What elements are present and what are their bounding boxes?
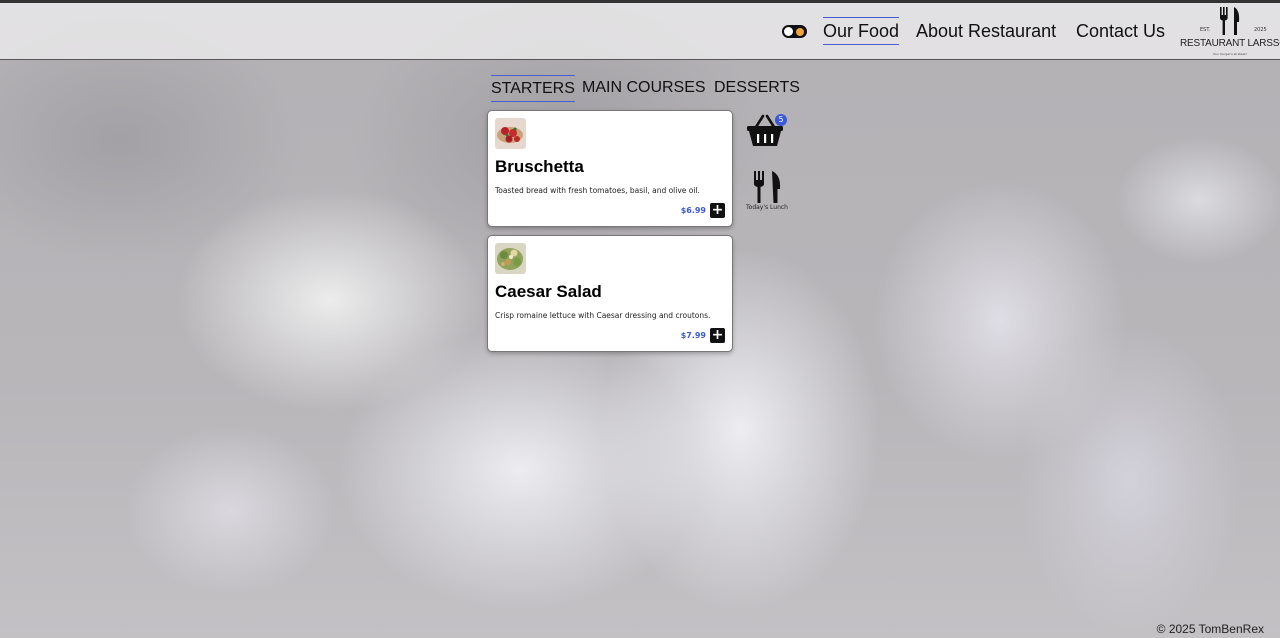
add-to-cart-button[interactable]: + — [710, 328, 725, 343]
tab-starters[interactable]: STARTERS — [491, 75, 575, 102]
add-to-cart-button[interactable]: + — [710, 203, 725, 218]
todays-lunch-button[interactable]: Today's Lunch — [742, 170, 792, 214]
toggle-knob — [784, 27, 793, 36]
menu-item-price: $6.99 — [680, 206, 706, 215]
nav-contact-us[interactable]: Contact Us — [1076, 20, 1165, 44]
menu-item-card: Caesar Salad Crisp romaine lettuce with … — [487, 235, 733, 352]
restaurant-logo[interactable]: EST. 2025 RESTAURANT LARSSON Your burger… — [1180, 5, 1280, 61]
menu-item-title: Caesar Salad — [495, 282, 602, 301]
fork-knife-icon — [1220, 7, 1240, 35]
tab-desserts[interactable]: DESSERTS — [714, 75, 800, 100]
logo-tagline: Your burger's at steak! — [1212, 52, 1247, 56]
menu-item-card: Bruschetta Toasted bread with fresh toma… — [487, 110, 733, 227]
footer-copyright: © 2025 TomBenRex — [1156, 622, 1264, 636]
logo-est: EST. — [1200, 27, 1211, 33]
cart-count-badge: 5 — [775, 114, 787, 126]
menu-item-description: Toasted bread with fresh tomatoes, basil… — [495, 186, 700, 195]
menu-item-title: Bruschetta — [495, 157, 584, 176]
menu-item-description: Crisp romaine lettuce with Caesar dressi… — [495, 311, 711, 320]
logo-year: 2025 — [1254, 27, 1267, 33]
logo-name: RESTAURANT LARSSON — [1180, 38, 1280, 49]
top-border — [0, 0, 1280, 3]
fork-knife-icon — [754, 171, 781, 203]
sun-icon — [796, 28, 804, 36]
todays-lunch-label: Today's Lunch — [746, 204, 788, 211]
site-header: Our Food About Restaurant Contact Us EST… — [0, 3, 1280, 60]
food-thumbnail — [495, 118, 526, 149]
food-thumbnail — [495, 243, 526, 274]
nav-our-food[interactable]: Our Food — [823, 17, 900, 45]
theme-toggle[interactable] — [782, 25, 807, 38]
menu-item-price: $7.99 — [680, 331, 706, 340]
nav-about-restaurant[interactable]: About Restaurant — [916, 20, 1056, 44]
tab-main-courses[interactable]: MAIN COURSES — [582, 75, 706, 100]
